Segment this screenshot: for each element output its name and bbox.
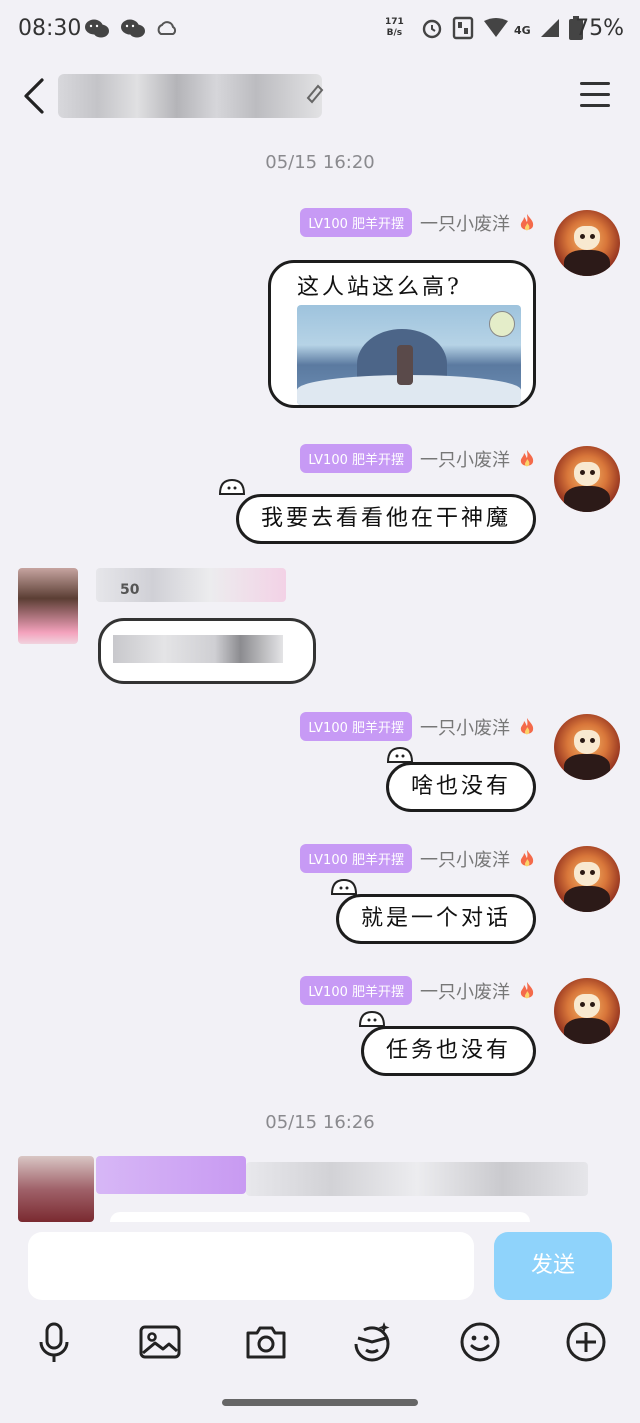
notification-icons xyxy=(84,18,178,44)
chat-title-blurred xyxy=(58,74,322,118)
message-bubble[interactable]: 啥也没有 xyxy=(385,762,536,812)
battery-percent: 75% xyxy=(575,16,624,41)
sender-name[interactable]: 一只小废洋 xyxy=(420,210,510,236)
link-icon xyxy=(306,84,326,110)
bubble-decoration-icon xyxy=(330,878,358,895)
level-badge: LV100 肥羊开摆 xyxy=(300,208,412,237)
message-bubble[interactable]: 就是一个对话 xyxy=(335,894,536,944)
status-bar: 08:30 171 B/s 4G 75% xyxy=(0,0,640,60)
plus-icon[interactable] xyxy=(562,1318,610,1366)
chevron-left-icon xyxy=(24,78,44,114)
message-text: 就是一个对话 xyxy=(360,906,511,931)
message-bubble-image[interactable]: 这人站这么高? xyxy=(268,260,536,408)
message-bubble[interactable] xyxy=(98,618,316,684)
avatar[interactable] xyxy=(18,1156,94,1222)
message-input[interactable] xyxy=(28,1232,474,1300)
avatar[interactable] xyxy=(554,978,620,1044)
hamburger-menu-icon xyxy=(580,82,610,107)
sender-meta: LV100 肥羊开摆 一只小废洋 xyxy=(300,712,536,741)
message-bubble[interactable]: 任务也没有 xyxy=(360,1026,536,1076)
incoming-message-blurred xyxy=(0,1156,640,1222)
sender-badge-blurred xyxy=(96,1156,246,1194)
level-badge: LV100 肥羊开摆 xyxy=(300,976,412,1005)
avatar[interactable] xyxy=(554,714,620,780)
send-button[interactable]: 发送 xyxy=(494,1232,612,1300)
sender-name[interactable]: 一只小废洋 xyxy=(420,978,510,1004)
wechat-icon xyxy=(120,18,146,44)
message-text: 任务也没有 xyxy=(385,1038,511,1063)
fire-icon xyxy=(520,449,534,466)
timestamp: 05/15 16:26 xyxy=(265,1112,375,1133)
home-indicator[interactable] xyxy=(222,1399,418,1406)
sender-name-blurred xyxy=(246,1162,588,1196)
menu-button[interactable] xyxy=(580,82,610,108)
net-speed-unit: B/s xyxy=(386,28,403,38)
net-speed-value: 171 xyxy=(385,17,404,27)
image-icon[interactable] xyxy=(136,1318,184,1366)
message-text: 啥也没有 xyxy=(410,774,511,799)
avatar[interactable] xyxy=(554,210,620,276)
fire-icon xyxy=(520,849,534,866)
message-text: 我要去看看他在干神魔 xyxy=(260,506,511,531)
input-bar: 发送 xyxy=(0,1222,640,1312)
microphone-icon[interactable] xyxy=(30,1318,78,1366)
level-badge: LV100 肥羊开摆 xyxy=(300,444,412,473)
wifi-icon xyxy=(482,17,510,43)
sender-meta: LV100 肥羊开摆 一只小废洋 xyxy=(300,844,536,873)
avatar[interactable] xyxy=(554,446,620,512)
sticker-icon[interactable] xyxy=(348,1318,396,1366)
fire-icon xyxy=(520,717,534,734)
message-text: 这人站这么高? xyxy=(297,275,462,300)
sender-meta: LV100 肥羊开摆 一只小废洋 xyxy=(300,208,536,237)
bubble-decoration-icon xyxy=(218,478,246,495)
sender-name[interactable]: 一只小废洋 xyxy=(420,846,510,872)
avatar[interactable] xyxy=(554,846,620,912)
level-badge: LV100 肥羊开摆 xyxy=(300,712,412,741)
sender-meta: LV100 肥羊开摆 一只小废洋 xyxy=(300,976,536,1005)
sender-name[interactable]: 一只小废洋 xyxy=(420,446,510,472)
fire-icon xyxy=(520,213,534,230)
sender-meta: LV100 肥羊开摆 一只小废洋 xyxy=(300,444,536,473)
avatar[interactable] xyxy=(18,568,78,644)
system-icons: 4G xyxy=(420,16,583,44)
message-bubble[interactable]: 我要去看看他在干神魔 xyxy=(235,494,536,544)
cloud-icon xyxy=(156,18,178,44)
message-bubble[interactable] xyxy=(110,1212,530,1222)
emoji-icon[interactable] xyxy=(456,1318,504,1366)
alarm-icon xyxy=(420,16,444,44)
partial-text: 50 xyxy=(120,582,140,598)
game-screenshot-image[interactable] xyxy=(297,305,521,405)
level-badge: LV100 肥羊开摆 xyxy=(300,844,412,873)
status-time: 08:30 xyxy=(18,16,82,41)
timestamp: 05/15 16:20 xyxy=(265,152,375,173)
network-type: 4G xyxy=(514,23,531,37)
signal-icon xyxy=(539,17,561,43)
wechat-icon xyxy=(84,18,110,44)
sim-icon xyxy=(452,16,474,44)
camera-icon[interactable] xyxy=(242,1318,290,1366)
input-toolbar xyxy=(0,1312,640,1382)
back-button[interactable] xyxy=(20,76,50,116)
network-speed: 171 B/s xyxy=(385,17,404,39)
chat-header xyxy=(0,60,640,132)
fire-icon xyxy=(520,981,534,998)
sender-name[interactable]: 一只小废洋 xyxy=(420,714,510,740)
